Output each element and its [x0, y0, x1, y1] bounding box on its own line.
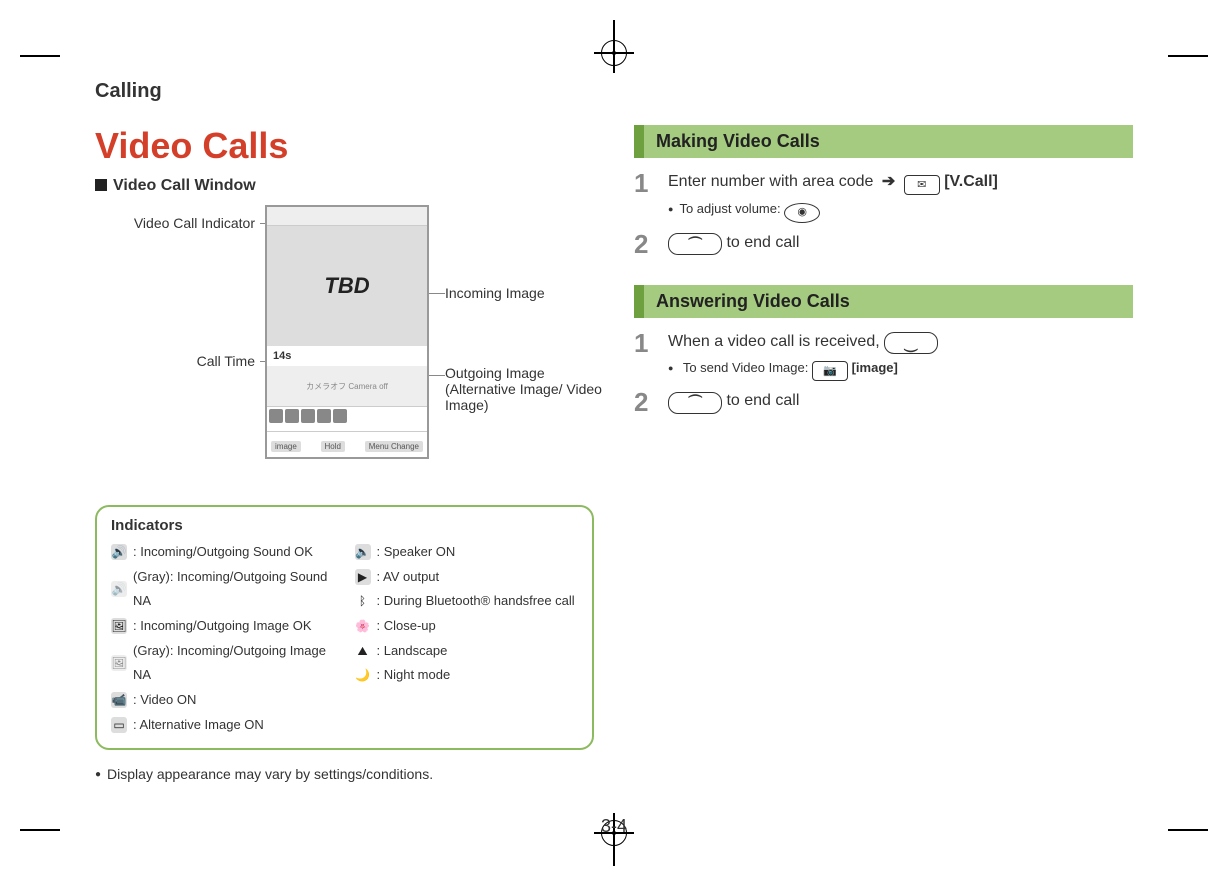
label-incoming-image: Incoming Image — [445, 285, 615, 301]
av-output-icon: ▶ — [355, 569, 371, 585]
mail-key-icon: ✉ — [904, 175, 940, 195]
indicator-item: ⛰: Landscape — [355, 639, 579, 664]
indicator-item: ᛒ: During Bluetooth® handsfree call — [355, 589, 579, 614]
step-text: ⏜ to end call — [668, 389, 1133, 414]
step-1: 1 Enter number with area code ➔ ✉ [V.Cal… — [634, 170, 1133, 223]
label-call-time: Call Time — [85, 353, 255, 369]
indicator-item: 🔊: Incoming/Outgoing Sound OK — [111, 540, 335, 565]
end-key-icon: ⏜ — [668, 392, 722, 414]
page-number: 3-4 — [95, 796, 1133, 837]
crop-mark — [20, 829, 60, 831]
call-key-icon: ⏝ — [884, 332, 938, 354]
indicators-heading: Indicators — [111, 517, 578, 534]
indicator-item: 🖼: Incoming/Outgoing Image OK — [111, 614, 335, 639]
indicators-left-col: 🔊: Incoming/Outgoing Sound OK 🔊(Gray): I… — [111, 540, 335, 738]
step-sub: To send Video Image: 📷 [image] — [668, 358, 1133, 381]
vcall-label: [V.Call] — [944, 173, 998, 190]
indicator-item: 🔈: Speaker ON — [355, 540, 579, 565]
making-calls-heading: Making Video Calls — [634, 125, 1133, 158]
label-outgoing-image: Outgoing Image (Alternative Image/ Video… — [445, 365, 615, 413]
image-label: [image] — [852, 360, 898, 375]
phone-screenshot: TBD 14s カメラオフ Camera off image Hold Menu… — [265, 205, 429, 459]
indicator-item: 🖼(Gray): Incoming/Outgoing Image NA — [111, 639, 335, 688]
answering-calls-heading: Answering Video Calls — [634, 285, 1133, 318]
display-note: Display appearance may vary by settings/… — [95, 766, 594, 782]
indicators-box: Indicators 🔊: Incoming/Outgoing Sound OK… — [95, 505, 594, 750]
sound-na-icon: 🔊 — [111, 581, 127, 597]
landscape-icon: ⛰ — [355, 643, 371, 659]
softkey-center: Hold — [321, 441, 345, 452]
left-column: Video Calls Video Call Window Video Call… — [95, 125, 594, 796]
video-on-icon: 📹 — [111, 692, 127, 708]
page: Calling Video Calls Video Call Window Vi… — [0, 0, 1228, 886]
content-area: Calling Video Calls Video Call Window Vi… — [95, 80, 1133, 806]
indicator-item: 🌙: Night mode — [355, 663, 579, 688]
image-ok-icon: 🖼 — [111, 618, 127, 634]
night-mode-icon: 🌙 — [355, 668, 371, 684]
speaker-icon: 🔈 — [355, 544, 371, 560]
answering-steps: 1 When a video call is received, ⏝ To se… — [634, 330, 1133, 416]
square-bullet-icon — [95, 179, 107, 191]
step-number: 1 — [634, 170, 654, 196]
arrow-icon: ➔ — [882, 173, 895, 190]
alt-image-icon: ▭ — [111, 717, 127, 733]
step-text: When a video call is received, ⏝ To send… — [668, 330, 1133, 382]
phone-incoming-image: TBD — [267, 226, 427, 346]
camera-key-icon: 📷 — [812, 361, 848, 381]
right-column: Making Video Calls 1 Enter number with a… — [634, 125, 1133, 796]
crop-mark — [1168, 829, 1208, 831]
nav-key-icon: ◉ — [784, 203, 820, 223]
phone-outgoing-image: カメラオフ Camera off — [267, 366, 427, 406]
softkey-right: Menu Change — [365, 441, 423, 452]
chapter-label: Calling — [95, 80, 1133, 103]
step-2: 2 ⏜ to end call — [634, 389, 1133, 415]
crop-mark — [1168, 55, 1208, 57]
step-text: ⏜ to end call — [668, 231, 1133, 256]
indicator-item: ▭: Alternative Image ON — [111, 713, 335, 738]
step-number: 2 — [634, 389, 654, 415]
softkey-left: image — [271, 441, 301, 452]
phone-softkeys: image Hold Menu Change — [267, 432, 427, 452]
step-text: Enter number with area code ➔ ✉ [V.Call]… — [668, 170, 1133, 223]
step-2: 2 ⏜ to end call — [634, 231, 1133, 257]
phone-call-time: 14s — [267, 346, 427, 366]
phone-diagram: Video Call Indicator Call Time Incoming … — [95, 205, 594, 505]
indicators-right-col: 🔈: Speaker ON ▶: AV output ᛒ: During Blu… — [355, 540, 579, 738]
bluetooth-icon: ᛒ — [355, 594, 371, 610]
indicators-columns: 🔊: Incoming/Outgoing Sound OK 🔊(Gray): I… — [111, 540, 578, 738]
step-number: 2 — [634, 231, 654, 257]
label-video-call-indicator: Video Call Indicator — [85, 215, 255, 231]
indicator-item: 🌸: Close-up — [355, 614, 579, 639]
step-1: 1 When a video call is received, ⏝ To se… — [634, 330, 1133, 382]
step-sub: To adjust volume: ◉ — [668, 199, 1133, 222]
registration-mark-top — [601, 40, 627, 66]
phone-indicator-row — [267, 406, 427, 432]
making-steps: 1 Enter number with area code ➔ ✉ [V.Cal… — [634, 170, 1133, 257]
indicator-item: ▶: AV output — [355, 565, 579, 590]
end-key-icon: ⏜ — [668, 233, 722, 255]
columns: Video Calls Video Call Window Video Call… — [95, 125, 1133, 796]
step-number: 1 — [634, 330, 654, 356]
crop-mark — [20, 55, 60, 57]
phone-status-bar — [267, 207, 427, 226]
closeup-icon: 🌸 — [355, 618, 371, 634]
indicator-item: 🔊(Gray): Incoming/Outgoing Sound NA — [111, 565, 335, 614]
sound-ok-icon: 🔊 — [111, 544, 127, 560]
indicator-item: 📹: Video ON — [111, 688, 335, 713]
subheading: Video Call Window — [95, 177, 594, 195]
subheading-text: Video Call Window — [113, 177, 256, 194]
page-title: Video Calls — [95, 125, 594, 167]
image-na-icon: 🖼 — [111, 655, 127, 671]
